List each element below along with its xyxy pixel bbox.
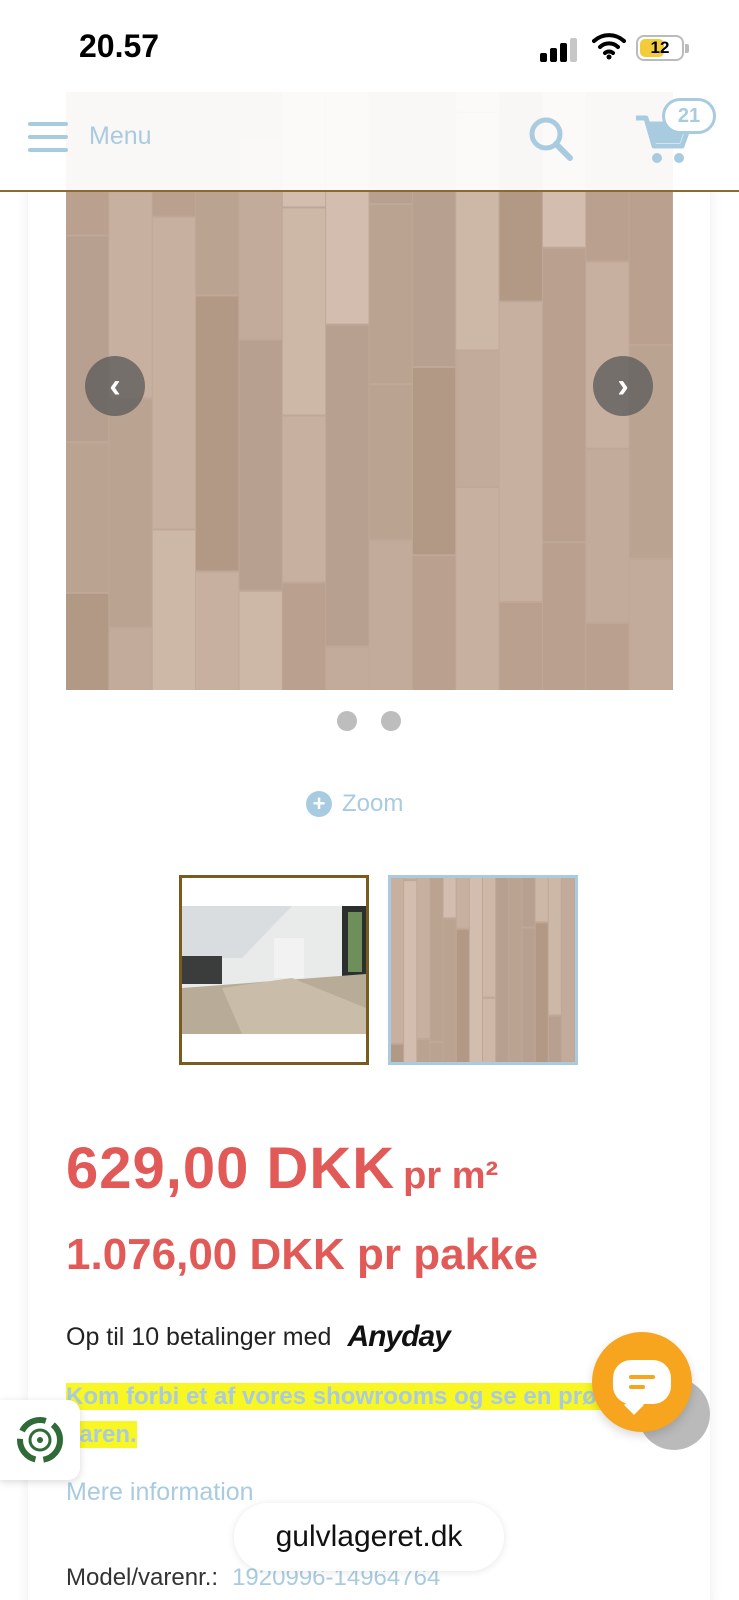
payment-text: Op til 10 betalinger med (66, 1322, 332, 1351)
wood-plank (239, 340, 282, 590)
thumbnail-room[interactable] (179, 875, 369, 1065)
plus-circle-icon: + (306, 791, 332, 817)
wood-plank (586, 449, 629, 622)
battery-icon: 12 (636, 35, 689, 61)
wood-plank (404, 878, 417, 880)
wood-plank (522, 878, 535, 927)
wood-plank (430, 878, 443, 1041)
wifi-icon (592, 32, 626, 60)
site-header: Menu (0, 90, 739, 192)
gallery-dot[interactable] (337, 711, 357, 731)
wood-plank (326, 647, 369, 690)
hamburger-menu-icon[interactable] (28, 122, 68, 152)
wood-plank (391, 1044, 404, 1062)
wood-plank (196, 572, 239, 690)
wood-plank (430, 1042, 443, 1062)
price-per-m2: 629,00 DKK pr m² (66, 1135, 498, 1202)
cart-count-badge[interactable]: 21 (662, 98, 716, 134)
battery-level: 12 (650, 38, 670, 57)
wood-plank (535, 923, 548, 1062)
wood-plank (483, 878, 496, 997)
price-m2-unit: pr m² (403, 1155, 499, 1197)
wood-plank (548, 1016, 561, 1062)
wood-plank (282, 208, 326, 415)
wood-plank (412, 368, 456, 555)
wood-plank (496, 878, 509, 1062)
showroom-notice: Kom forbi et af vores showrooms og se en… (66, 1378, 666, 1454)
gallery-pagination (335, 711, 405, 733)
showroom-notice-text: Kom forbi et af vores showrooms og se en… (66, 1383, 659, 1448)
eco-badge[interactable] (0, 1400, 80, 1480)
wood-plank (456, 878, 469, 928)
wood-plank (66, 443, 109, 592)
wood-plank (369, 385, 412, 540)
search-icon[interactable] (526, 114, 576, 164)
wood-plank (542, 248, 586, 542)
zoom-button[interactable]: + Zoom (306, 788, 403, 820)
wood-plank (629, 560, 672, 690)
wood-plank (109, 628, 152, 690)
wood-plank (443, 878, 456, 918)
gallery-next-button[interactable]: › (593, 356, 653, 416)
wood-plank (282, 416, 326, 582)
wood-plank (535, 878, 548, 922)
wood-plank (499, 602, 542, 690)
gallery-prev-button[interactable]: ‹ (85, 356, 145, 416)
price-m2-amount: 629,00 DKK (66, 1136, 396, 1201)
wood-plank (196, 296, 239, 571)
wood-plank (152, 530, 196, 690)
chat-button[interactable] (592, 1332, 692, 1432)
price-per-package: 1.076,00 DKK pr pakke (66, 1230, 539, 1279)
wood-plank (548, 878, 561, 1015)
browser-url-bar[interactable]: gulvlageret.dk (234, 1503, 504, 1571)
anyday-logo[interactable]: Anyday (347, 1320, 450, 1354)
wood-plank (522, 928, 535, 1062)
more-information-link[interactable]: Mere information (66, 1478, 254, 1507)
wood-plank (152, 217, 196, 529)
wood-plank (404, 881, 417, 1062)
wood-plank (66, 593, 109, 690)
wood-plank (456, 488, 499, 690)
wood-plank (561, 878, 574, 1062)
wood-plank (109, 399, 152, 627)
wood-plank (586, 623, 629, 690)
wood-plank (391, 878, 404, 1043)
wood-plank (369, 204, 412, 384)
wood-plank (456, 351, 499, 487)
wood-plank (239, 591, 282, 690)
status-time: 20.57 (79, 28, 160, 64)
wood-plank (326, 325, 369, 646)
wood-plank (412, 556, 456, 690)
wood-plank (469, 878, 482, 1062)
wood-plank (483, 998, 496, 1062)
wood-plank (499, 302, 542, 601)
wood-plank (542, 543, 586, 690)
wood-plank (456, 929, 469, 1062)
status-bar: 20.57 12 (0, 0, 739, 92)
wood-plank (443, 919, 456, 1062)
zoom-label: Zoom (342, 790, 404, 817)
wood-plank (282, 583, 326, 690)
recycle-icon (17, 1417, 63, 1463)
wood-plank (417, 1040, 430, 1062)
payment-info: Op til 10 betalinger med Anyday (66, 1320, 451, 1354)
chat-bubble-icon (613, 1360, 671, 1404)
thumbnail-floor[interactable] (388, 875, 578, 1065)
wood-plank (509, 878, 522, 1062)
menu-label[interactable]: Menu (89, 122, 152, 151)
cellular-signal-icon (540, 36, 580, 62)
model-label: Model/varenr.: (66, 1564, 219, 1591)
wood-plank (369, 541, 412, 690)
gallery-dot[interactable] (381, 711, 401, 731)
wood-plank (417, 878, 430, 1039)
